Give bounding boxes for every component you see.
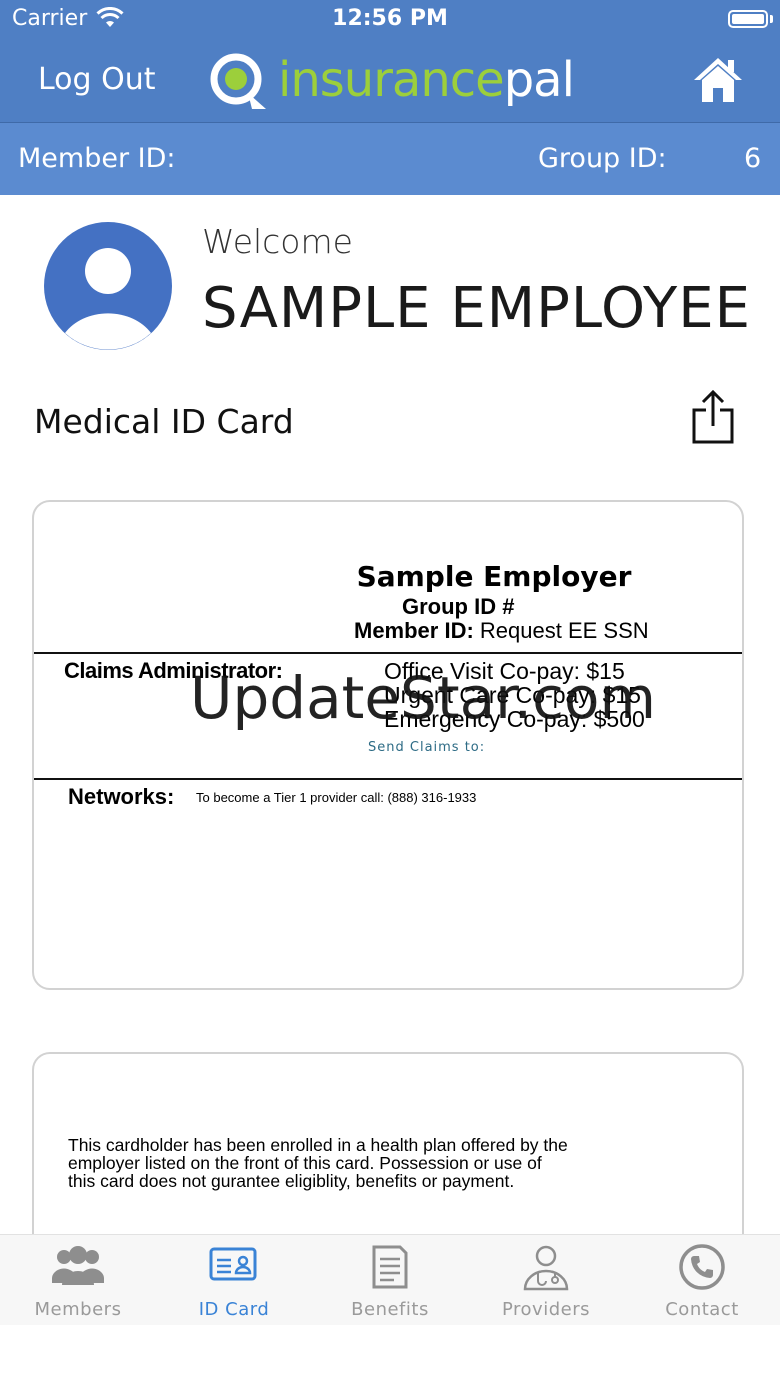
nav-bar: Log Out insurancepal (0, 40, 780, 122)
logout-button[interactable]: Log Out (38, 62, 156, 97)
card-divider (34, 778, 742, 780)
benefits-icon (372, 1245, 408, 1289)
id-card-icon (209, 1247, 257, 1281)
tab-providers-label: Providers (502, 1299, 590, 1320)
logo-mark-icon (210, 53, 266, 109)
card-member-id-value: Request EE SSN (479, 618, 649, 643)
status-bar: Carrier 12:56 PM (0, 0, 780, 40)
home-icon[interactable] (692, 54, 744, 106)
tab-benefits-label: Benefits (351, 1299, 429, 1320)
status-time: 12:56 PM (332, 6, 448, 31)
members-icon (52, 1246, 104, 1285)
tab-id-card-label: ID Card (198, 1299, 270, 1320)
logo-text-pal: pal (503, 52, 575, 108)
tab-bar: Members ID Card Benefits Providers Conta… (0, 1234, 780, 1325)
card-group-id-label: Group ID # (402, 594, 515, 619)
tab-providers[interactable]: Providers (468, 1235, 624, 1325)
card-member-id: Member ID: Request EE SSN (354, 618, 649, 644)
card-member-id-label: Member ID: (354, 618, 474, 643)
insurancepal-logo: insurancepal (208, 44, 575, 116)
tab-contact-label: Contact (665, 1299, 739, 1320)
providers-icon (523, 1245, 569, 1291)
tab-benefits[interactable]: Benefits (312, 1235, 468, 1325)
card-section-title: Medical ID Card (34, 402, 294, 441)
tab-contact[interactable]: Contact (624, 1235, 780, 1325)
welcome-label: Welcome (202, 222, 353, 261)
phone-icon (679, 1244, 725, 1290)
avatar-icon (44, 222, 172, 350)
employee-name: SAMPLE EMPLOYEE (202, 276, 752, 341)
watermark-text: UpdateStar.com (190, 664, 656, 732)
tab-members-label: Members (34, 1299, 122, 1320)
card-disclaimer: This cardholder has been enrolled in a h… (68, 1135, 568, 1191)
tier-provider-text: To become a Tier 1 provider call: (888) … (196, 790, 477, 805)
battery-icon (728, 10, 768, 28)
tab-members[interactable]: Members (0, 1235, 156, 1325)
battery-tip (770, 15, 773, 23)
tab-id-card[interactable]: ID Card (156, 1235, 312, 1325)
logo-text-insurance: insurance (278, 52, 505, 108)
member-id-label: Member ID: (18, 143, 176, 174)
group-id-label: Group ID: (538, 143, 667, 174)
networks-label: Networks: (68, 784, 175, 809)
id-card-front: Sample Employer Group ID # Member ID: Re… (32, 500, 744, 990)
id-card-back: This cardholder has been enrolled in a h… (32, 1052, 744, 1252)
group-id-value: 6 (744, 143, 762, 174)
card-divider (34, 652, 742, 654)
share-icon[interactable] (690, 388, 736, 446)
send-claims-label: Send Claims to: (368, 740, 486, 755)
id-bar: Member ID: Group ID: 6 (0, 122, 780, 195)
card-employer-name: Sample Employer (356, 560, 632, 593)
